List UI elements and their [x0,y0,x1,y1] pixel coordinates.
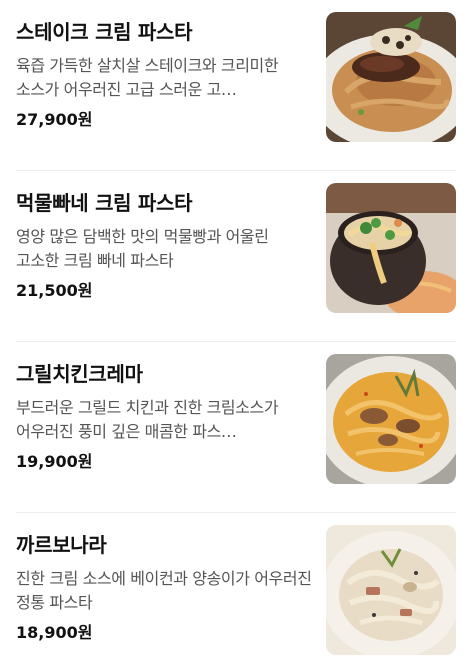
menu-item[interactable]: 그릴치킨크레마 부드러운 그릴드 치킨과 진한 크림소스가 어우러진 풍미 깊은… [16,342,456,513]
menu-item-description: 육즙 가득한 살치살 스테이크와 크리미한 소스가 어우러진 고급 스러운 고… [16,56,279,99]
menu-item-name: 까르보나라 [16,533,107,557]
menu-item-price: 18,900원 [16,623,93,642]
menu-item-name: 스테이크 크림 파스타 [16,20,193,44]
carbonara-photo[interactable] [326,525,456,655]
menu-item-text: 먹물빠네 크림 파스타 영양 많은 담백한 맛의 먹물빵과 어울린 고소한 크림… [16,189,314,303]
menu-list: 스테이크 크림 파스타 육즙 가득한 살치살 스테이크와 크리미한 소스가 어우… [0,0,472,672]
grilled-chicken-crema-photo[interactable] [326,354,456,484]
menu-item-price: 21,500원 [16,281,93,300]
menu-item-text: 그릴치킨크레마 부드러운 그릴드 치킨과 진한 크림소스가 어우러진 풍미 깊은… [16,360,314,474]
menu-item-text: 까르보나라 진한 크림 소스에 베이컨과 양송이가 어우러진 정통 파스타 18… [16,531,314,645]
menu-item-price: 27,900원 [16,110,93,129]
menu-item[interactable]: 스테이크 크림 파스타 육즙 가득한 살치살 스테이크와 크리미한 소스가 어우… [16,0,456,171]
menu-item-description: 부드러운 그릴드 치킨과 진한 크림소스가 어우러진 풍미 깊은 매콤한 파스… [16,398,279,441]
menu-item-description: 진한 크림 소스에 베이컨과 양송이가 어우러진 정통 파스타 [16,569,312,612]
menu-item-text: 스테이크 크림 파스타 육즙 가득한 살치살 스테이크와 크리미한 소스가 어우… [16,18,314,132]
squid-ink-bread-pasta-photo[interactable] [326,183,456,313]
menu-item-description: 영양 많은 담백한 맛의 먹물빵과 어울린 고소한 크림 빠네 파스타 [16,227,269,270]
menu-item[interactable]: 먹물빠네 크림 파스타 영양 많은 담백한 맛의 먹물빵과 어울린 고소한 크림… [16,171,456,342]
menu-item-price: 19,900원 [16,452,93,471]
menu-item-name: 먹물빠네 크림 파스타 [16,191,193,215]
menu-item[interactable]: 까르보나라 진한 크림 소스에 베이컨과 양송이가 어우러진 정통 파스타 18… [16,513,456,672]
menu-item-name: 그릴치킨크레마 [16,362,143,386]
steak-cream-pasta-photo[interactable] [326,12,456,142]
